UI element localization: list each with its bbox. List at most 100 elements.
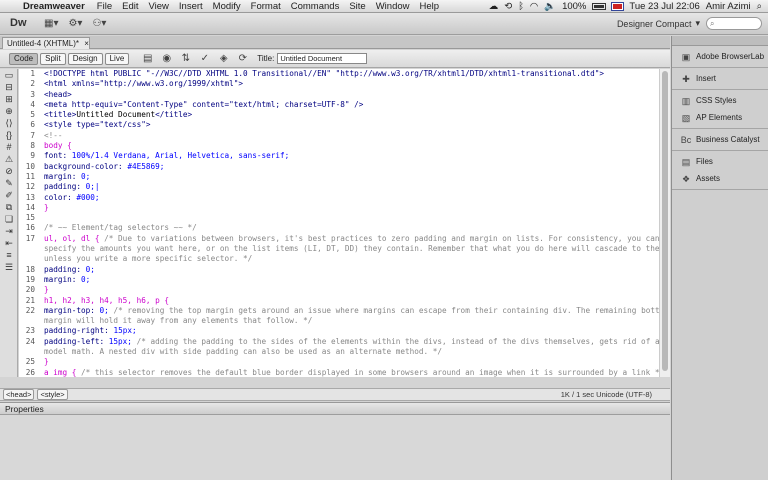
- code-line[interactable]: 16 /* ~~ Element/tag selectors ~~ */: [19, 223, 659, 233]
- check-browser-icon[interactable]: ✓: [198, 53, 211, 65]
- menu-modify[interactable]: Modify: [208, 1, 246, 12]
- tag-selector-head[interactable]: <head>: [3, 389, 35, 400]
- code-line[interactable]: 23 padding-right: 15px;: [19, 326, 659, 336]
- panel-insert[interactable]: ✚ Insert: [672, 70, 768, 87]
- panel-business-catalyst[interactable]: Bc Business Catalyst: [672, 131, 768, 148]
- wrap-tag-icon[interactable]: ⧉: [3, 202, 15, 213]
- code-line[interactable]: 12 padding: 0;|: [19, 182, 659, 192]
- apply-comment-icon[interactable]: ✎: [3, 178, 15, 189]
- code-line[interactable]: 4 <meta http-equiv="Content-Type" content…: [19, 100, 659, 110]
- code-editor[interactable]: 1 <!DOCTYPE html PUBLIC "-//W3C//DTD XHTM…: [19, 69, 659, 377]
- menu-format[interactable]: Format: [246, 1, 286, 12]
- format-source-icon[interactable]: ☰: [3, 262, 15, 273]
- wifi-icon[interactable]: ◠: [530, 1, 538, 12]
- visual-aids-icon[interactable]: ◈: [217, 53, 230, 65]
- close-icon[interactable]: ×: [84, 39, 89, 48]
- code-view-button[interactable]: Code: [9, 52, 39, 65]
- code-line[interactable]: 1 <!DOCTYPE html PUBLIC "-//W3C//DTD XHTM…: [19, 69, 659, 79]
- extend-gear-icon[interactable]: ⚙▾: [68, 18, 82, 29]
- code-line[interactable]: 18 padding: 0;: [19, 265, 659, 275]
- code-line[interactable]: 15: [19, 213, 659, 223]
- code-line[interactable]: 2 <html xmlns="http://www.w3.org/1999/xht…: [19, 79, 659, 89]
- code-line[interactable]: 6 <style type="text/css">: [19, 120, 659, 130]
- menu-help[interactable]: Help: [415, 1, 445, 12]
- menu-dreamweaver[interactable]: Dreamweaver: [18, 1, 92, 12]
- collapse-tag-icon[interactable]: ⊟: [3, 82, 15, 93]
- volume-icon[interactable]: 🔈: [544, 1, 556, 12]
- tag-selector-style[interactable]: <style>: [37, 389, 68, 400]
- recent-snippets-icon[interactable]: ❏: [3, 214, 15, 225]
- code-line[interactable]: 25}: [19, 357, 659, 367]
- select-parent-tag-icon[interactable]: ⟨⟩: [3, 118, 15, 129]
- help-search-input[interactable]: ⌕: [706, 17, 762, 30]
- panel-assets[interactable]: ❖ Assets: [672, 170, 768, 187]
- indent-icon[interactable]: ⇤: [3, 238, 15, 249]
- properties-header[interactable]: Properties: [0, 403, 670, 415]
- code-line[interactable]: 11 margin: 0;: [19, 172, 659, 182]
- code-line[interactable]: 19 margin: 0;: [19, 275, 659, 285]
- split-view-button[interactable]: Split: [40, 52, 66, 65]
- code-line[interactable]: 10 background-color: #4E5869;: [19, 162, 659, 172]
- balance-braces-icon[interactable]: {}: [3, 130, 15, 141]
- document-title-input[interactable]: Untitled Document: [277, 53, 368, 64]
- code-vertical-scrollbar[interactable]: [659, 69, 670, 377]
- panel-ap-elements[interactable]: ▧ AP Elements: [672, 109, 768, 126]
- code-line[interactable]: 3 <head>: [19, 90, 659, 100]
- menu-site[interactable]: Site: [344, 1, 370, 12]
- code-line[interactable]: 20}: [19, 285, 659, 295]
- layout-menu-icon[interactable]: ▦▾: [44, 18, 58, 29]
- open-documents-icon[interactable]: ▭: [3, 70, 15, 81]
- code-line[interactable]: 14}: [19, 203, 659, 213]
- expand-all-icon[interactable]: ⊕: [3, 106, 15, 117]
- battery-icon[interactable]: [592, 2, 607, 10]
- code-line[interactable]: model math. A nested div with side paddi…: [19, 347, 659, 357]
- menu-insert[interactable]: Insert: [174, 1, 208, 12]
- scrollbar-thumb[interactable]: [662, 71, 668, 371]
- clock[interactable]: Tue 23 Jul 22:06: [629, 1, 699, 12]
- workspace-switcher[interactable]: Designer Compact ▾: [617, 18, 700, 29]
- preview-browser-icon[interactable]: ◉: [160, 53, 173, 65]
- code-line[interactable]: 8 body {: [19, 141, 659, 151]
- refresh-icon[interactable]: ⟳: [236, 53, 249, 65]
- document-tab[interactable]: Untitled-4 (XHTML)* ×: [2, 37, 90, 49]
- code-line[interactable]: unless you write a more specific selecto…: [19, 254, 659, 264]
- highlight-invalid-icon[interactable]: ⚠: [3, 154, 15, 165]
- code-line[interactable]: 21 h1, h2, h3, h4, h5, h6, p {: [19, 296, 659, 306]
- outdent-icon[interactable]: ≡: [3, 250, 15, 261]
- collapse-selection-icon[interactable]: ⊞: [3, 94, 15, 105]
- multiscreen-icon[interactable]: ▤: [141, 53, 154, 65]
- line-numbers-icon[interactable]: #: [3, 142, 15, 153]
- panel-adobe-browserlab[interactable]: ▣ Adobe BrowserLab: [672, 48, 768, 65]
- code-line[interactable]: 17 ul, ol, dl { /* Due to variations betw…: [19, 234, 659, 244]
- bluetooth-icon[interactable]: ᛒ: [518, 1, 524, 12]
- code-line[interactable]: 26 a img { /* this selector removes the d…: [19, 368, 659, 377]
- menu-view[interactable]: View: [143, 1, 173, 12]
- design-view-button[interactable]: Design: [67, 52, 103, 65]
- input-source-flag-icon[interactable]: [611, 1, 625, 11]
- syntax-error-icon[interactable]: ⊘: [3, 166, 15, 177]
- live-view-button[interactable]: Live: [104, 52, 130, 65]
- menu-window[interactable]: Window: [371, 1, 415, 12]
- code-line[interactable]: 5 <title>Untitled Document</title>: [19, 110, 659, 120]
- code-line[interactable]: margin will hold it away from any elemen…: [19, 316, 659, 326]
- code-line[interactable]: 24 padding-left: 15px; /* adding the pad…: [19, 337, 659, 347]
- code-line[interactable]: 9 font: 100%/1.4 Verdana, Arial, Helveti…: [19, 151, 659, 161]
- panel-css-styles[interactable]: ▥ CSS Styles: [672, 92, 768, 109]
- code-line[interactable]: 22 margin-top: 0; /* removing the top ma…: [19, 306, 659, 316]
- code-line[interactable]: 13 color: #000;: [19, 193, 659, 203]
- panel-files[interactable]: ▤ Files: [672, 153, 768, 170]
- site-menu-icon[interactable]: ⚇▾: [92, 18, 106, 29]
- menu-edit[interactable]: Edit: [117, 1, 143, 12]
- cloud-icon[interactable]: ☁: [489, 1, 499, 12]
- user-name[interactable]: Amir Azimi: [706, 1, 751, 12]
- menu-file[interactable]: File: [92, 1, 117, 12]
- code-line[interactable]: 7 <!--: [19, 131, 659, 141]
- time-machine-icon[interactable]: ⟲: [504, 1, 512, 12]
- panel-dock-grip[interactable]: [672, 36, 768, 46]
- move-css-icon[interactable]: ⇥: [3, 226, 15, 237]
- code-line[interactable]: specify the amounts you want here, or on…: [19, 244, 659, 254]
- file-management-icon[interactable]: ⇅: [179, 53, 192, 65]
- menu-commands[interactable]: Commands: [286, 1, 345, 12]
- spotlight-icon[interactable]: ⌕: [757, 1, 762, 12]
- remove-comment-icon[interactable]: ✐: [3, 190, 15, 201]
